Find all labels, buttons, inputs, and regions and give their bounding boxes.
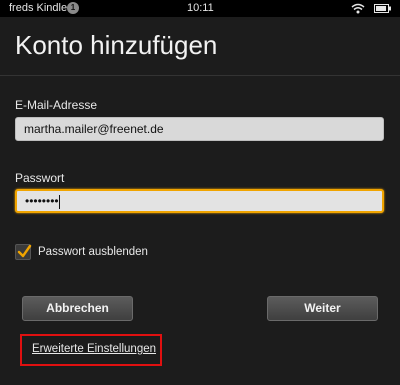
wifi-icon bbox=[351, 3, 365, 14]
page-title: Konto hinzufügen bbox=[15, 30, 218, 60]
email-label: E-Mail-Adresse bbox=[15, 98, 98, 112]
password-label: Passwort bbox=[15, 171, 65, 185]
cancel-button[interactable]: Abbrechen bbox=[22, 296, 133, 321]
device-name: freds Kindle bbox=[9, 2, 68, 14]
highlight-box: Erweiterte Einstellungen bbox=[20, 334, 162, 366]
status-bar: freds Kindle 1 10:11 bbox=[0, 0, 400, 17]
password-value: •••••••• bbox=[25, 194, 59, 208]
clock: 10:11 bbox=[187, 2, 214, 14]
text-cursor bbox=[58, 194, 60, 209]
hide-password-checkbox[interactable] bbox=[15, 244, 32, 260]
title-divider bbox=[0, 75, 400, 76]
hide-password-label[interactable]: Passwort ausblenden bbox=[38, 246, 148, 258]
notification-badge[interactable]: 1 bbox=[67, 2, 79, 14]
checkmark-icon bbox=[17, 244, 32, 258]
battery-icon bbox=[374, 4, 391, 13]
advanced-settings-link[interactable]: Erweiterte Einstellungen bbox=[32, 343, 156, 355]
next-button[interactable]: Weiter bbox=[267, 296, 378, 321]
password-field[interactable]: •••••••• bbox=[15, 189, 384, 213]
email-field[interactable] bbox=[15, 117, 384, 141]
